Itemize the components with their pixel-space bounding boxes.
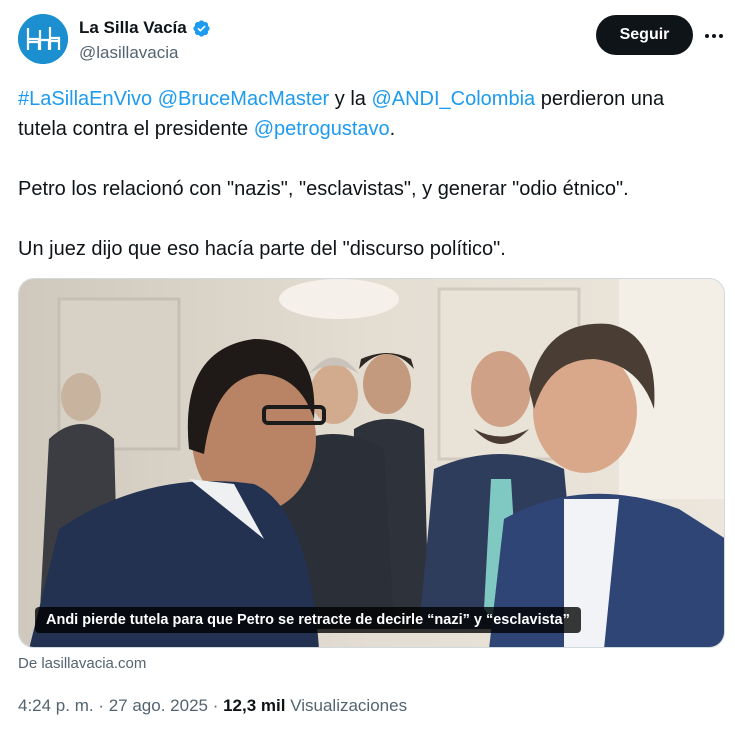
verified-badge-icon <box>192 19 211 38</box>
account-names: La Silla Vacía @lasillavacia <box>79 17 211 63</box>
tweet-paragraph-2: Petro los relacionó con "nazis", "esclav… <box>18 178 629 200</box>
hashtag-link[interactable]: #LaSillaEnVivo <box>18 88 152 110</box>
news-photo <box>19 279 724 647</box>
mention-link-andi[interactable]: @ANDI_Colombia <box>371 88 535 110</box>
more-options-icon[interactable] <box>702 24 726 48</box>
account-avatar[interactable] <box>18 14 68 64</box>
link-source[interactable]: De lasillavacia.com <box>18 655 146 672</box>
tweet-meta: 4:24 p. m. · 27 ago. 2025 · 12,3 mil Vis… <box>18 696 407 716</box>
tweet-text: #LaSillaEnVivo @BruceMacMaster y la @AND… <box>18 84 718 264</box>
link-card-image[interactable]: Andi pierde tutela para que Petro se ret… <box>18 278 725 648</box>
meta-separator: · <box>93 696 109 715</box>
tweet-paragraph-3: Un juez dijo que eso hacía parte del "di… <box>18 238 506 260</box>
tweet-date[interactable]: 27 ago. 2025 <box>109 696 208 715</box>
tweet-text-segment: y la <box>329 88 372 110</box>
tweet-text-segment: . <box>389 118 396 140</box>
views-label: Visualizaciones <box>290 696 408 715</box>
meta-separator: · <box>207 696 224 715</box>
display-name[interactable]: La Silla Vacía <box>79 18 187 38</box>
account-handle[interactable]: @lasillavacia <box>79 43 211 63</box>
tweet-time[interactable]: 4:24 p. m. <box>18 696 94 715</box>
mention-link-brucemacmaster[interactable]: @BruceMacMaster <box>158 88 329 110</box>
follow-button[interactable]: Seguir <box>596 15 693 55</box>
link-card-caption: Andi pierde tutela para que Petro se ret… <box>35 607 581 633</box>
chairs-logo-icon <box>18 14 68 64</box>
views-count: 12,3 mil <box>223 696 286 715</box>
tweet-paragraph-1: #LaSillaEnVivo @BruceMacMaster y la @AND… <box>18 84 718 144</box>
tweet-header: La Silla Vacía @lasillavacia Seguir <box>18 14 723 66</box>
mention-link-petrogustavo[interactable]: @petrogustavo <box>254 118 390 140</box>
